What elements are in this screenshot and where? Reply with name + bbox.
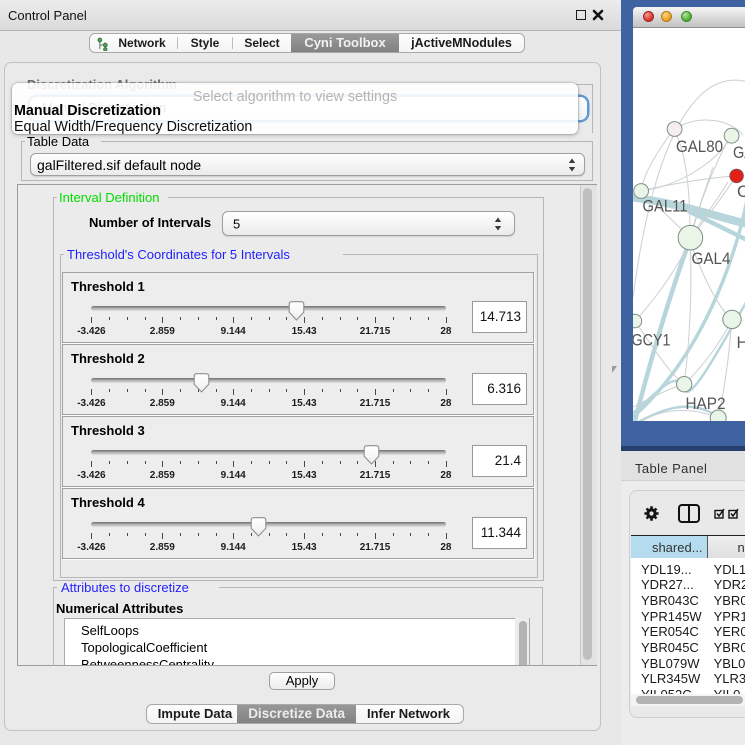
svg-text:GAL11: GAL11 <box>643 198 688 216</box>
svg-text:C: C <box>737 183 745 201</box>
svg-text:GCY1: GCY1 <box>633 332 671 350</box>
svg-text:GAL80: GAL80 <box>676 138 723 156</box>
svg-text:HAP2: HAP2 <box>686 395 726 413</box>
svg-text:GA: GA <box>733 144 745 162</box>
svg-text:H: H <box>737 334 745 352</box>
svg-text:GAL4: GAL4 <box>692 250 731 268</box>
